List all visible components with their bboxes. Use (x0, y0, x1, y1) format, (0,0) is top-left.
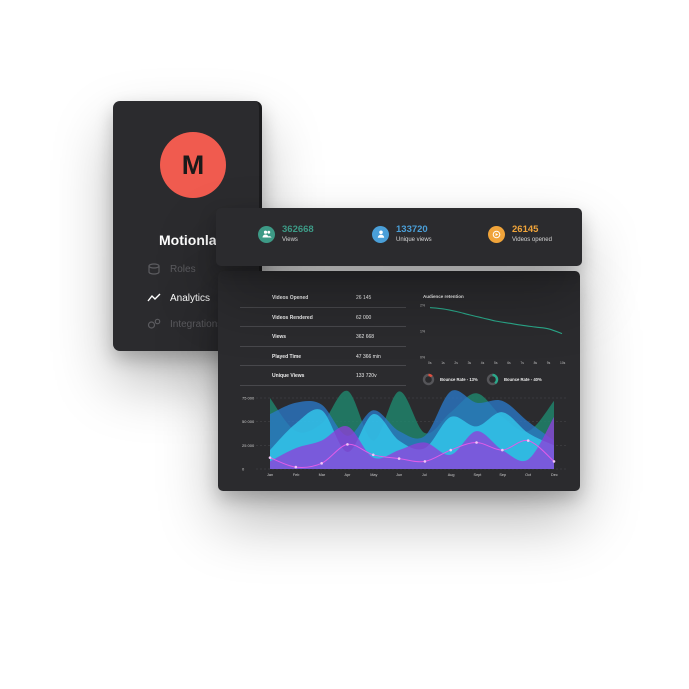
series-point (268, 456, 272, 459)
nav-label: Analytics (170, 292, 211, 304)
stat-value: 362668 (282, 224, 314, 235)
x-tick-label: May (370, 473, 377, 477)
views-area-chart: 75 000 50 000 25 000 0 Jan Feb Mar Apr May Jun Jul… (242, 390, 568, 477)
series-point (449, 448, 453, 452)
nav-item-analytics[interactable]: Analytics (147, 292, 210, 304)
x-tick-label: Jun (396, 473, 402, 477)
series-point (397, 457, 401, 460)
stat-label: Unique views (396, 237, 432, 243)
gears-icon (147, 318, 161, 329)
x-tick-label: Apr (344, 473, 351, 477)
y-tick-label: 0 (242, 467, 245, 472)
stat-label: Videos opened (512, 237, 552, 243)
x-tick-label: Oct (525, 473, 532, 477)
play-circle-icon (488, 225, 505, 243)
y-tick-label: 75 000 (242, 396, 255, 401)
analytics-dashboard: Videos Opened 26 145 Videos Rendered 62 00… (218, 271, 580, 491)
series-point (475, 441, 478, 444)
stat-views[interactable]: 362668 Views (258, 225, 314, 243)
x-tick-label: Feb (293, 473, 300, 477)
x-tick-label: Sep (499, 473, 506, 477)
series-point (294, 465, 298, 469)
series-point (320, 462, 323, 465)
x-tick-label: Sept (474, 473, 483, 477)
series-point (501, 448, 504, 452)
series-point (526, 439, 530, 442)
nav-label: Integrations (170, 318, 223, 330)
series-point (423, 460, 427, 463)
database-icon (148, 263, 160, 275)
x-tick-label: Jul (422, 473, 427, 477)
user-icon (372, 225, 389, 243)
nav-label: Roles (170, 263, 196, 275)
users-icon (258, 225, 275, 243)
x-tick-label: Mar (319, 473, 326, 477)
stat-unique-views[interactable]: 133720 Unique views (372, 225, 432, 243)
trend-line-icon (147, 293, 161, 302)
stat-value: 26145 (512, 224, 539, 235)
series-point (552, 460, 556, 463)
nav-item-roles[interactable]: Roles (147, 263, 196, 275)
x-tick-label: Aug (448, 473, 455, 477)
series-point (371, 453, 375, 457)
stat-videos-opened[interactable]: 26145 Videos opened (488, 225, 552, 243)
series-point (346, 443, 349, 446)
y-tick-label: 50 000 (242, 419, 255, 424)
y-tick-label: 25 000 (242, 443, 255, 448)
nav-item-integrations[interactable]: Integrations (147, 318, 222, 330)
brand-name: Motionlal (159, 232, 221, 248)
brand-logo[interactable]: M (160, 132, 226, 198)
stat-value: 133720 (396, 224, 428, 235)
x-tick-label: Jan (267, 473, 273, 477)
x-tick-label: Dec (551, 473, 558, 477)
stats-bar: 362668 Views 133720 Unique views 26145 V… (216, 208, 582, 266)
stat-label: Views (282, 237, 298, 243)
